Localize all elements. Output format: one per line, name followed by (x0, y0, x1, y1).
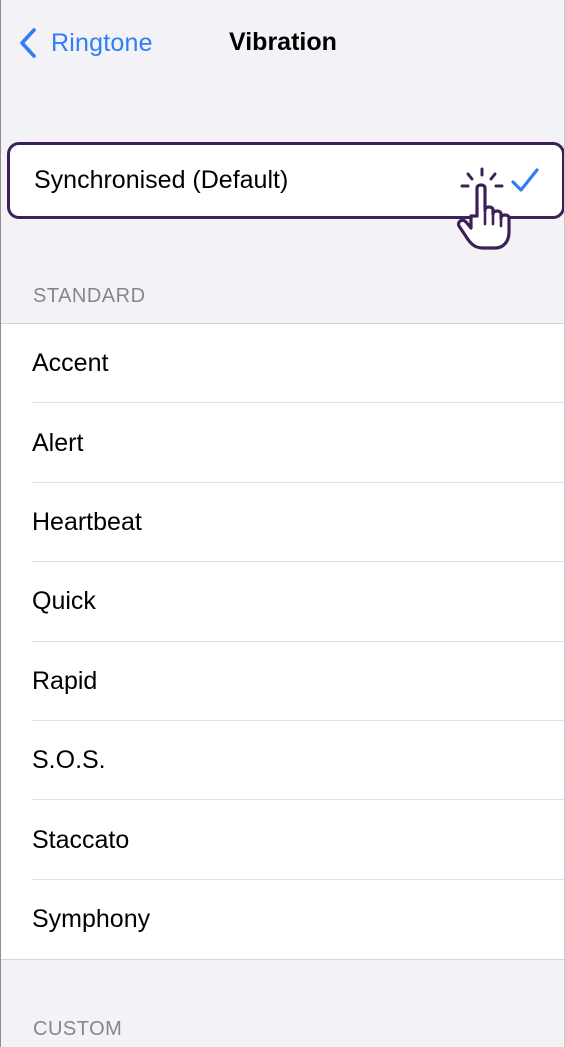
list-item-label: Staccato (32, 825, 130, 854)
list-item[interactable]: Accent (1, 324, 564, 404)
section-header-standard: STANDARD (33, 285, 146, 307)
option-label: Synchronised (Default) (34, 166, 289, 194)
option-synchronised-default[interactable]: Synchronised (Default) (7, 142, 564, 219)
back-button[interactable]: Ringtone (19, 26, 153, 60)
chevron-left-icon (19, 27, 39, 59)
list-item[interactable]: Symphony (1, 880, 564, 959)
list-item-label: Rapid (32, 666, 98, 695)
back-button-label: Ringtone (51, 28, 153, 57)
list-item-label: Quick (32, 587, 96, 616)
list-item[interactable]: Staccato (1, 800, 564, 881)
list-item[interactable]: S.O.S. (1, 721, 564, 801)
list-item-label: Heartbeat (32, 507, 142, 536)
section-header-custom: CUSTOM (33, 1018, 123, 1040)
list-item-label: S.O.S. (32, 746, 106, 775)
vibration-screen: Ringtone Vibration Synchronised (Default… (0, 0, 565, 1047)
standard-vibration-list: Accent Alert Heartbeat Quick Rapid S.O.S… (1, 323, 564, 961)
list-item[interactable]: Alert (1, 403, 564, 484)
page-title: Vibration (229, 28, 337, 56)
list-item[interactable]: Quick (1, 562, 564, 642)
navigation-bar: Ringtone Vibration (1, 0, 564, 88)
list-item-label: Symphony (32, 904, 151, 933)
list-item[interactable]: Heartbeat (1, 483, 564, 563)
list-item[interactable]: Rapid (1, 642, 564, 722)
list-item-label: Accent (32, 349, 109, 378)
checkmark-icon (510, 167, 540, 195)
list-item-label: Alert (32, 428, 84, 457)
